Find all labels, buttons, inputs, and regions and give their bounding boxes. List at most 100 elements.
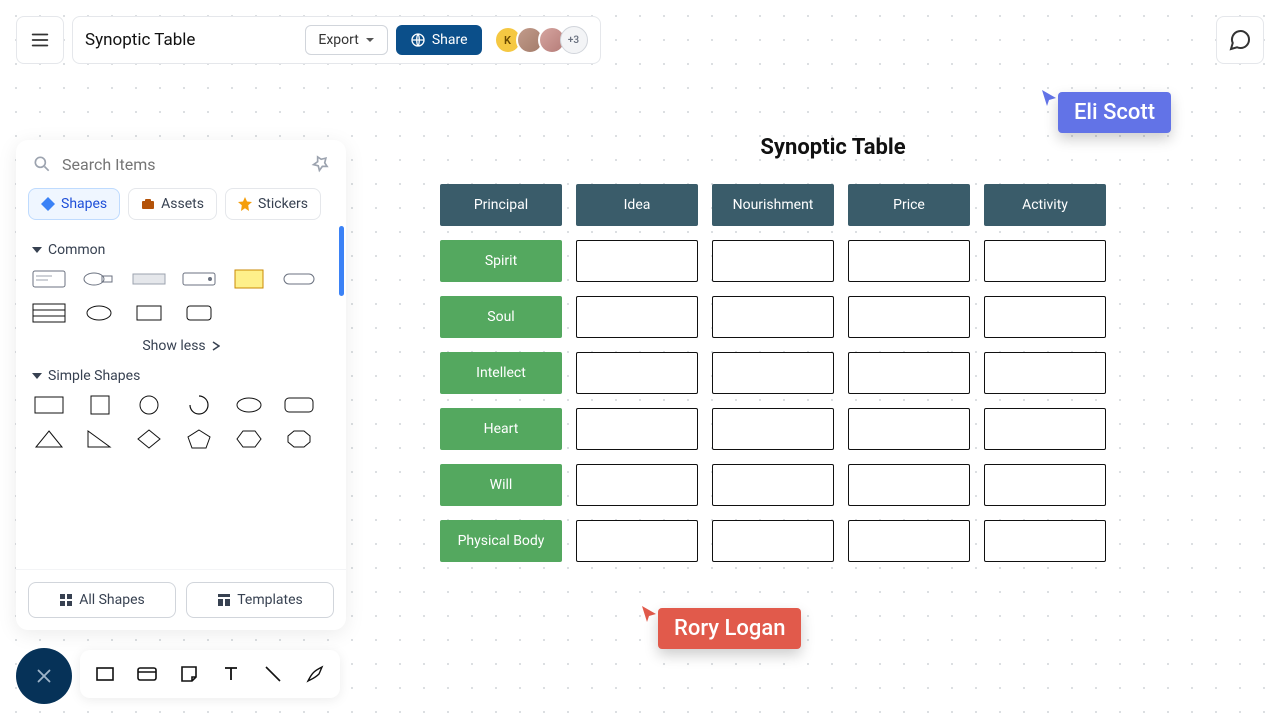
shape-pentagon[interactable] xyxy=(182,428,216,450)
chevron-down-icon xyxy=(365,35,375,45)
shape-octagon[interactable] xyxy=(282,428,316,450)
tool-card[interactable] xyxy=(132,659,162,689)
table-cell[interactable] xyxy=(848,408,970,450)
template-icon xyxy=(217,593,231,607)
close-fab[interactable] xyxy=(16,648,72,704)
panel-footer: All Shapes Templates xyxy=(16,569,346,630)
shape-ellipse[interactable] xyxy=(232,394,266,416)
shape-triangle[interactable] xyxy=(32,428,66,450)
hamburger-icon xyxy=(29,29,51,51)
shape-thumb[interactable] xyxy=(82,268,116,290)
show-less-label: Show less xyxy=(142,338,205,354)
table-cell[interactable] xyxy=(576,408,698,450)
document-title[interactable]: Synoptic Table xyxy=(85,30,305,50)
table-cell[interactable] xyxy=(984,408,1106,450)
shape-thumb[interactable] xyxy=(182,302,216,324)
table-cell[interactable] xyxy=(576,464,698,506)
canvas-area[interactable]: Synoptic Table PrincipalIdeaNourishmentP… xyxy=(360,80,1260,700)
table-cell[interactable] xyxy=(712,464,834,506)
table-cell[interactable] xyxy=(848,296,970,338)
synoptic-table[interactable]: Principal Idea Nourishment Price Activity Spi… xyxy=(440,184,1260,562)
all-shapes-button[interactable]: All Shapes xyxy=(28,582,176,618)
table-column-header[interactable]: Nourishment xyxy=(712,184,834,226)
cursor-icon xyxy=(1040,88,1060,108)
tool-sticky[interactable] xyxy=(174,659,204,689)
shape-thumb[interactable] xyxy=(82,302,116,324)
table-cell[interactable] xyxy=(848,464,970,506)
scrollbar-thumb[interactable] xyxy=(339,226,344,296)
table-cell[interactable] xyxy=(984,352,1106,394)
table-column-header[interactable]: Activity xyxy=(984,184,1106,226)
search-input[interactable] xyxy=(62,155,300,174)
tab-label: Stickers xyxy=(258,196,308,212)
table-cell[interactable] xyxy=(712,296,834,338)
shape-thumb[interactable] xyxy=(282,268,316,290)
table-column-header[interactable]: Idea xyxy=(576,184,698,226)
section-common[interactable]: Common xyxy=(32,242,330,258)
shape-thumb[interactable] xyxy=(132,268,166,290)
templates-button[interactable]: Templates xyxy=(186,582,334,618)
shape-circle[interactable] xyxy=(132,394,166,416)
table-cell[interactable] xyxy=(984,464,1106,506)
tool-tray xyxy=(80,650,340,698)
pin-icon[interactable] xyxy=(310,154,330,174)
table-row-header[interactable]: Soul xyxy=(440,296,562,338)
tab-shapes[interactable]: Shapes xyxy=(28,188,120,220)
table-cell[interactable] xyxy=(712,408,834,450)
main-menu-button[interactable] xyxy=(16,16,64,64)
table-cell[interactable] xyxy=(576,240,698,282)
table-cell[interactable] xyxy=(576,296,698,338)
shape-round-rect[interactable] xyxy=(282,394,316,416)
table-cell[interactable] xyxy=(576,520,698,562)
shape-right-triangle[interactable] xyxy=(82,428,116,450)
common-shapes-grid xyxy=(32,268,330,324)
table-cell[interactable] xyxy=(984,296,1106,338)
shape-thumb[interactable] xyxy=(32,268,66,290)
table-row-header[interactable]: Intellect xyxy=(440,352,562,394)
tool-pen[interactable] xyxy=(300,659,330,689)
section-simple[interactable]: Simple Shapes xyxy=(32,368,330,384)
tool-text[interactable] xyxy=(216,659,246,689)
shape-thumb[interactable] xyxy=(132,302,166,324)
table-cell[interactable] xyxy=(984,240,1106,282)
templates-label: Templates xyxy=(237,592,303,608)
collaborator-avatars[interactable]: K +3 xyxy=(494,26,588,54)
table-cell[interactable] xyxy=(848,520,970,562)
shape-square[interactable] xyxy=(82,394,116,416)
table-cell[interactable] xyxy=(712,352,834,394)
tab-stickers[interactable]: Stickers xyxy=(225,188,321,220)
table-cell[interactable] xyxy=(712,240,834,282)
tab-assets[interactable]: Assets xyxy=(128,188,217,220)
table-column-header[interactable]: Principal xyxy=(440,184,562,226)
shape-rectangle[interactable] xyxy=(32,394,66,416)
tab-label: Shapes xyxy=(61,196,107,212)
show-less-toggle[interactable]: Show less xyxy=(32,338,330,354)
globe-icon xyxy=(410,32,426,48)
shape-hexagon[interactable] xyxy=(232,428,266,450)
chevron-down-icon xyxy=(32,245,42,255)
table-row-header[interactable]: Spirit xyxy=(440,240,562,282)
tool-rectangle[interactable] xyxy=(90,659,120,689)
table-row-header[interactable]: Heart xyxy=(440,408,562,450)
diamond-icon xyxy=(41,197,55,211)
shape-thumb[interactable] xyxy=(182,268,216,290)
shape-thumb[interactable] xyxy=(32,302,66,324)
table-cell[interactable] xyxy=(712,520,834,562)
section-label: Common xyxy=(48,242,105,258)
shape-arc[interactable] xyxy=(182,394,216,416)
table-cell[interactable] xyxy=(848,240,970,282)
table-cell[interactable] xyxy=(576,352,698,394)
tool-line[interactable] xyxy=(258,659,288,689)
table-row-header[interactable]: Will xyxy=(440,464,562,506)
export-button[interactable]: Export xyxy=(305,25,387,55)
table-cell[interactable] xyxy=(984,520,1106,562)
panel-scroll-area[interactable]: Common Show less Simple Shapes xyxy=(16,226,346,569)
shape-thumb[interactable] xyxy=(232,268,266,290)
comments-button[interactable] xyxy=(1216,16,1264,64)
table-cell[interactable] xyxy=(848,352,970,394)
shape-diamond[interactable] xyxy=(132,428,166,450)
table-column-header[interactable]: Price xyxy=(848,184,970,226)
share-button[interactable]: Share xyxy=(396,25,482,55)
table-row-header[interactable]: Physical Body xyxy=(440,520,562,562)
table-title[interactable]: Synoptic Table xyxy=(406,135,1260,160)
